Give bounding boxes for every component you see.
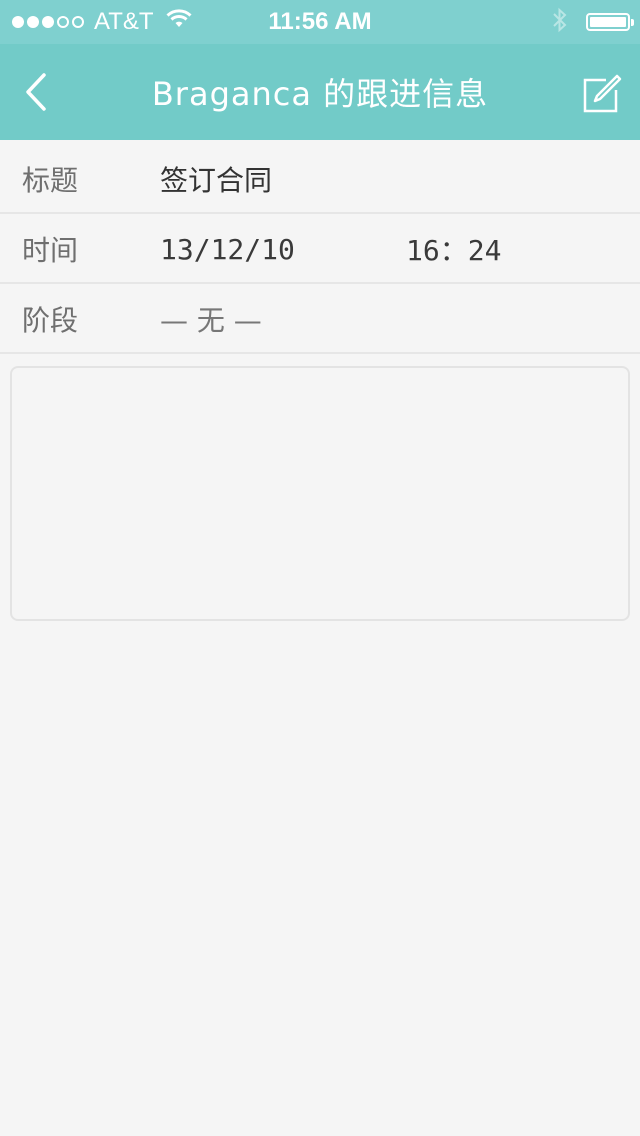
battery-tip bbox=[631, 19, 634, 26]
page-title: Braganca 的跟进信息 bbox=[151, 75, 489, 113]
time-row[interactable]: 时间 13/12/10 16：24 bbox=[0, 214, 640, 284]
notes-textarea[interactable] bbox=[10, 366, 630, 621]
battery-icon bbox=[586, 13, 634, 31]
status-right bbox=[552, 0, 634, 44]
compose-icon bbox=[583, 74, 622, 113]
bluetooth-icon bbox=[552, 7, 568, 38]
battery-level bbox=[590, 17, 626, 27]
status-bar: AT&T 11:56 AM bbox=[0, 0, 640, 44]
date-value[interactable]: 13/12/10 bbox=[160, 214, 295, 284]
navigation-bar: Braganca 的跟进信息 bbox=[0, 44, 640, 140]
time-value[interactable]: 16：24 bbox=[406, 214, 501, 284]
stage-label: 阶段 bbox=[22, 304, 79, 337]
title-label: 标题 bbox=[22, 164, 79, 197]
chevron-left-icon bbox=[26, 73, 46, 111]
stage-row[interactable]: 阶段 — 无 — bbox=[0, 284, 640, 354]
stage-value[interactable]: — 无 — bbox=[160, 284, 262, 354]
title-row[interactable]: 标题 签订合同 bbox=[0, 144, 640, 214]
back-button[interactable] bbox=[16, 70, 56, 114]
time-label: 时间 bbox=[22, 234, 79, 267]
edit-button[interactable] bbox=[580, 72, 624, 116]
status-time: 11:56 AM bbox=[268, 8, 372, 35]
title-value: 签订合同 bbox=[160, 164, 273, 197]
